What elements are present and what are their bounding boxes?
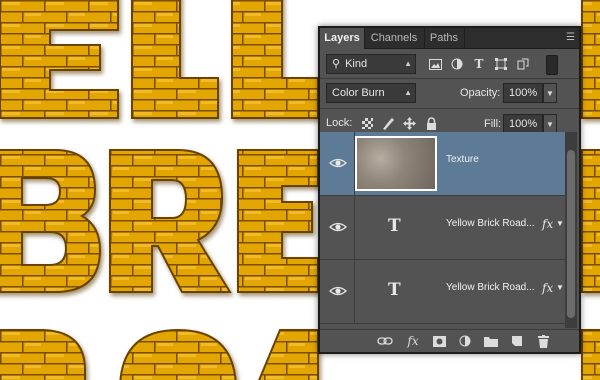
adjustment-layer-icon[interactable] (456, 332, 474, 350)
layer-row-texture[interactable]: Texture (320, 132, 565, 196)
layers-panel: Layers Channels Paths ☰ ⚲ Kind ▲ T Color… (318, 26, 581, 354)
layer-style-icon[interactable]: fx (404, 332, 422, 350)
opacity-label: Opacity: (460, 87, 501, 99)
divider (320, 108, 579, 109)
text-layer-icon[interactable]: T (388, 280, 401, 300)
smart-object-filter-icon[interactable] (514, 55, 532, 73)
letter-o-row3 (119, 328, 237, 380)
fill-label: Fill: (484, 118, 502, 130)
new-group-icon[interactable] (482, 332, 500, 350)
panel-tab-bar: Layers Channels Paths ☰ (320, 28, 579, 49)
chevron-updown-icon: ▲ (404, 88, 412, 97)
layer-name[interactable]: Yellow Brick Road... (446, 282, 535, 293)
chevron-down-icon[interactable]: ▼ (556, 283, 564, 292)
eye-icon[interactable] (328, 282, 348, 300)
letter-l2-row1 (231, 0, 319, 119)
filter-toggle[interactable] (546, 55, 558, 75)
add-mask-icon[interactable] (430, 332, 448, 350)
panel-menu-icon[interactable]: ☰ (561, 32, 575, 44)
letter-l-row1 (131, 0, 219, 119)
layer-effects-icon[interactable]: fx (542, 217, 553, 231)
filter-kind-label: Kind (345, 58, 368, 70)
letter-d-row3 (581, 329, 600, 380)
shape-filter-icon[interactable] (492, 55, 510, 73)
search-icon: ⚲ (332, 58, 341, 70)
fill-dropdown-button[interactable]: ▼ (543, 114, 557, 134)
lock-transparency-icon[interactable] (358, 114, 376, 132)
layers-scrollbar[interactable] (565, 132, 577, 328)
opacity-dropdown-button[interactable]: ▼ (543, 83, 557, 103)
eye-icon[interactable] (328, 154, 348, 172)
lock-image-icon[interactable] (378, 114, 396, 132)
eye-icon[interactable] (328, 218, 348, 236)
letter-b-row2 (0, 149, 102, 293)
tab-channels[interactable]: Channels (364, 28, 425, 48)
tab-paths[interactable]: Paths (424, 28, 465, 48)
letter-e-row2 (237, 149, 319, 293)
layer-name[interactable]: Texture (446, 154, 479, 165)
layer-effects-icon[interactable]: fx (542, 281, 553, 295)
chevron-down-icon[interactable]: ▼ (556, 219, 564, 228)
text-layer-icon[interactable]: T (388, 216, 401, 236)
opacity-value: 100% (509, 87, 538, 99)
delete-layer-icon[interactable] (534, 332, 552, 350)
layer-row-text-2[interactable]: T Yellow Brick Road... fx ▼ (320, 260, 565, 324)
adjustment-filter-icon[interactable] (448, 55, 466, 73)
letter-o-right-row1 (581, 0, 600, 119)
letter-e-row1 (0, 0, 119, 119)
letter-r-row3 (0, 329, 86, 380)
chevron-updown-icon: ▲ (404, 59, 412, 68)
filter-kind-select[interactable]: ⚲ Kind ▲ (326, 54, 416, 74)
blend-mode-select[interactable]: Color Burn ▲ (326, 83, 416, 103)
fill-value: 100% (509, 118, 538, 130)
tab-layers[interactable]: Layers (320, 28, 365, 49)
lock-position-icon[interactable] (400, 114, 418, 132)
lock-all-icon[interactable] (422, 114, 440, 132)
blend-row: Color Burn ▲ Opacity: 100% ▼ (320, 81, 579, 105)
layer-name[interactable]: Yellow Brick Road... (446, 218, 535, 229)
divider (320, 78, 579, 79)
scrollbar-thumb[interactable] (567, 150, 575, 318)
lock-label: Lock: (326, 117, 353, 129)
blend-mode-value: Color Burn (332, 87, 385, 99)
link-layers-icon[interactable] (376, 332, 394, 350)
letter-r-row2 (109, 149, 232, 293)
panel-footer: fx (320, 329, 579, 352)
layer-thumbnail-texture[interactable] (355, 136, 437, 191)
image-filter-icon[interactable] (426, 55, 444, 73)
layers-list: Texture T Yellow Brick Road... fx ▼ T Ye… (320, 132, 579, 328)
letter-edge-right-row2 (581, 149, 600, 293)
fill-input[interactable]: 100% (503, 114, 543, 134)
layer-row-text-1[interactable]: T Yellow Brick Road... fx ▼ (320, 196, 565, 260)
filter-row: ⚲ Kind ▲ T (320, 53, 579, 75)
new-layer-icon[interactable] (508, 332, 526, 350)
type-filter-icon[interactable]: T (470, 55, 488, 73)
letter-a-row3 (258, 329, 319, 380)
opacity-input[interactable]: 100% (503, 83, 543, 103)
